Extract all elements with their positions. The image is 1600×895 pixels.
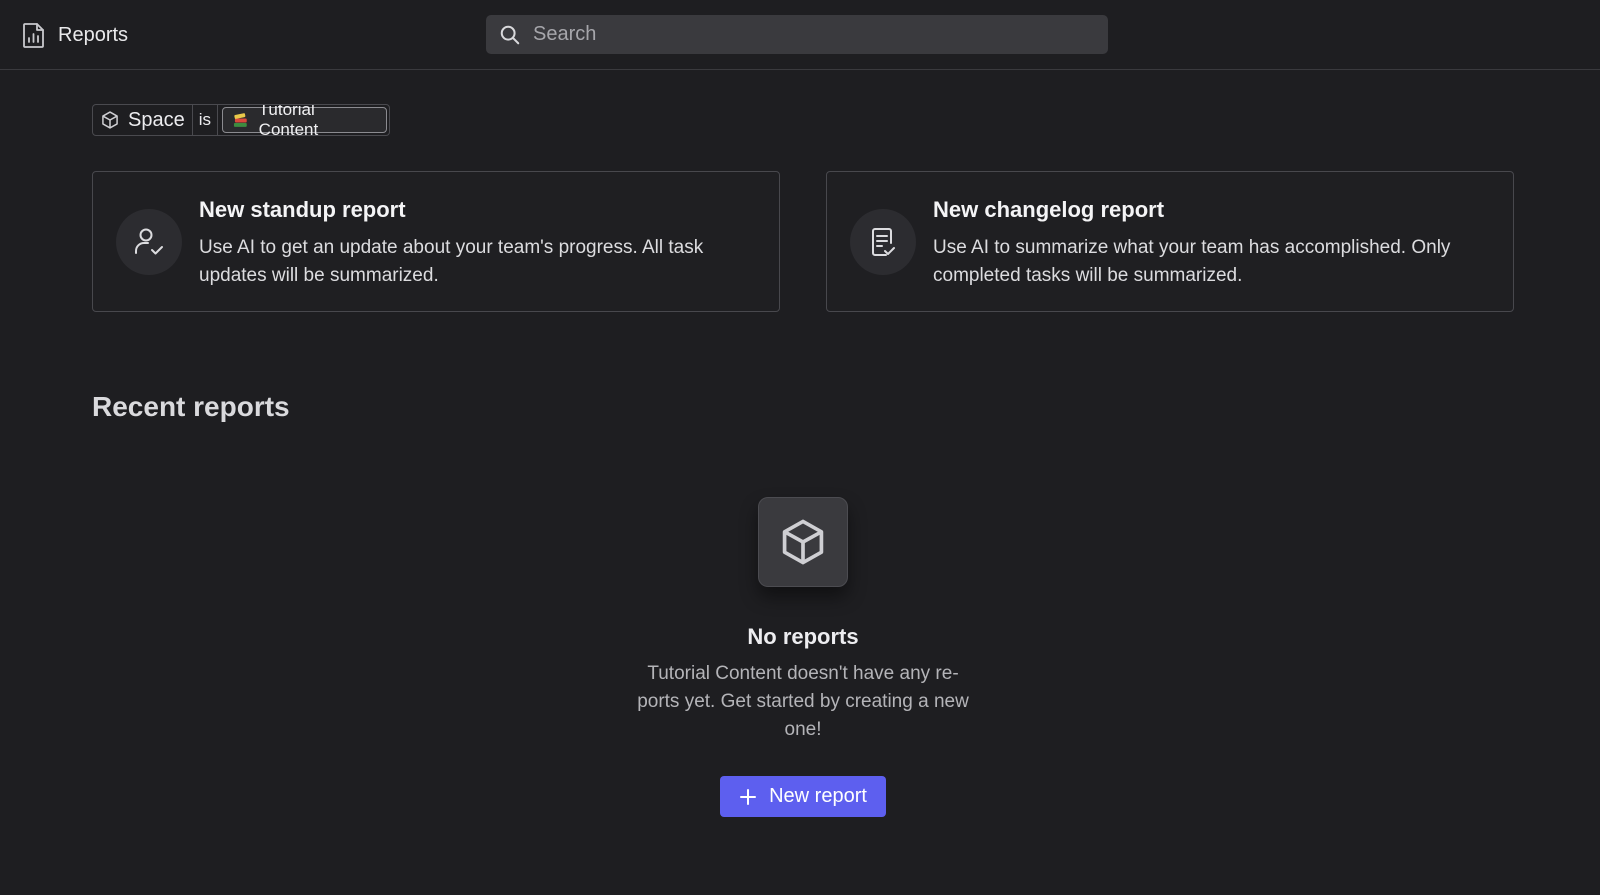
filter-value-label: Tutorial Content [258,104,319,136]
card-description: Use AI to get an update about your team'… [199,237,704,286]
changelog-icon-wrapper [850,209,916,275]
space-filter[interactable]: Space is Tutorial Content [92,104,390,136]
filter-field[interactable]: Space [93,105,193,135]
search-icon [500,25,520,44]
new-standup-report-card[interactable]: New standup report Use AI to get an upda… [92,171,780,312]
empty-state-icon-tile [758,497,848,587]
document-check-icon [872,228,895,256]
cube-icon [102,111,118,129]
app-title: Reports [22,20,128,50]
new-report-button[interactable]: New report [720,776,886,817]
filter-value-chip[interactable]: Tutorial Content [222,104,387,136]
standup-icon-wrapper [116,209,182,275]
new-report-label: New report [769,785,867,807]
cube-icon [782,519,824,565]
new-changelog-report-card[interactable]: New changelog report Use AI to summarize… [826,171,1514,312]
search-input[interactable] [533,23,1073,46]
top-bar: Reports [0,0,1600,70]
user-check-icon [135,228,163,255]
empty-state-title: No reports [747,624,859,649]
filter-field-label: Space [128,108,185,131]
filter-operator[interactable]: is [193,105,218,135]
card-title: New standup report [199,197,406,222]
filter-operator-label: is [198,110,211,129]
recent-reports-heading: Recent reports [92,391,290,422]
report-chart-icon [23,23,44,48]
card-description: Use AI to summarize what your team has a… [933,237,1451,286]
empty-state-description: Tutorial Content doesn't have any re-por… [637,663,969,740]
books-emoji [233,113,247,127]
card-title: New changelog report [933,197,1165,222]
page-title: Reports [58,23,129,46]
plus-icon [740,788,757,805]
search-bar[interactable] [486,15,1108,54]
